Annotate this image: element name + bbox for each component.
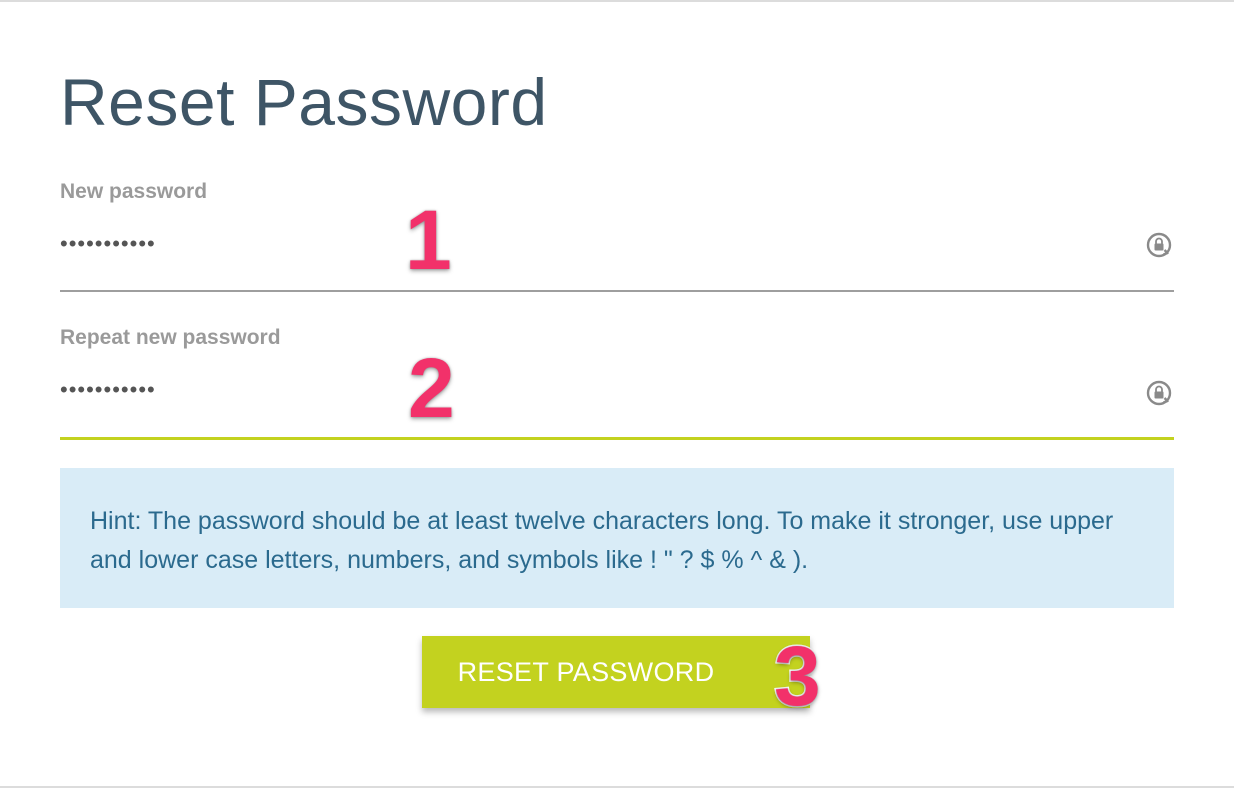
step-badge-2: 2: [407, 341, 457, 435]
repeat-password-label: Repeat new password: [60, 326, 281, 349]
step-badge-1: 1: [404, 193, 454, 287]
step-badge-3: 3: [773, 629, 823, 723]
password-hint-box: Hint: The password should be at least tw…: [60, 468, 1174, 608]
lock-refresh-icon[interactable]: [1144, 230, 1174, 260]
password-hint-text: Hint: The password should be at least tw…: [90, 507, 1114, 574]
lock-refresh-icon[interactable]: [1144, 378, 1174, 408]
reset-password-card: Reset Password New password ••••••••••• …: [0, 0, 1234, 788]
new-password-label: New password: [60, 180, 208, 203]
new-password-underline: [60, 290, 1174, 292]
reset-password-button[interactable]: RESET PASSWORD: [422, 636, 810, 708]
new-password-field: New password •••••••••••: [60, 180, 1174, 292]
page-title: Reset Password: [60, 65, 548, 139]
new-password-input[interactable]: •••••••••••: [60, 232, 156, 256]
repeat-password-input[interactable]: •••••••••••: [60, 378, 156, 402]
repeat-password-field: Repeat new password •••••••••••: [60, 326, 1174, 440]
repeat-password-underline-focused: [60, 437, 1174, 440]
